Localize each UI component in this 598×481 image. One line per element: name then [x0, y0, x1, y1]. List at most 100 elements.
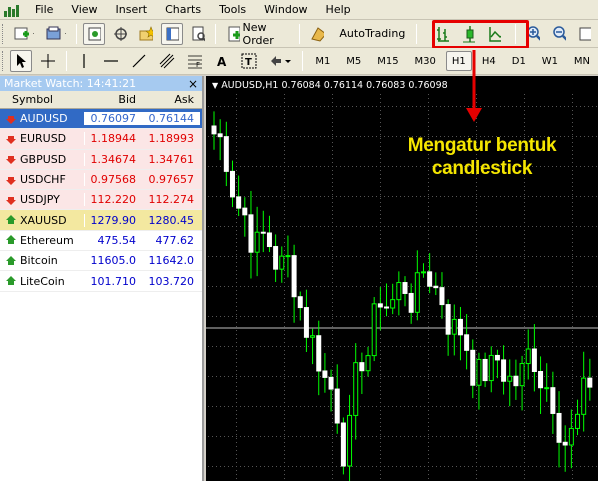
- ask-cell: 477.62: [155, 233, 195, 247]
- close-icon[interactable]: ×: [188, 77, 198, 91]
- menu-insert[interactable]: Insert: [107, 0, 157, 20]
- market-watch-button[interactable]: [83, 22, 106, 45]
- menu-view[interactable]: View: [62, 0, 106, 20]
- text-button[interactable]: A: [211, 50, 233, 72]
- candle-body: [587, 377, 593, 388]
- market-watch-panel: Market Watch: 14:41:21 × Symbol Bid Ask …: [0, 76, 204, 481]
- svg-text:F: F: [196, 61, 200, 69]
- menu-file[interactable]: File: [26, 0, 62, 20]
- candle-body: [445, 304, 451, 335]
- fibonacci-button[interactable]: F: [183, 50, 207, 72]
- candle-body: [494, 354, 500, 361]
- tf-w1[interactable]: W1: [536, 51, 564, 71]
- tf-d1[interactable]: D1: [506, 51, 532, 71]
- candle-body: [507, 375, 513, 382]
- tf-m1[interactable]: M1: [309, 51, 336, 71]
- market-watch-rows: AUDUSD 0.76097 0.76144 EURUSD 1.18944 1.18993…: [0, 109, 202, 292]
- bid-cell: 0.97568: [84, 173, 140, 187]
- navigator-icon: [114, 26, 128, 41]
- channel-button[interactable]: [155, 50, 179, 72]
- symbol-cell: Bitcoin: [0, 254, 84, 267]
- candle-body: [513, 375, 519, 387]
- candle-body: [414, 272, 420, 313]
- market-watch-row[interactable]: Ethereum 475.54 477.62: [0, 231, 202, 252]
- new-order-button[interactable]: New Order: [222, 21, 293, 47]
- candle-body: [377, 303, 383, 308]
- bid-cell: 0.76097: [84, 112, 140, 126]
- text-icon: A: [217, 55, 227, 69]
- symbol-name: Ethereum: [20, 233, 74, 247]
- candle-body: [353, 362, 359, 416]
- candle-body: [550, 387, 556, 414]
- annotation-line-2: candlestick: [431, 158, 533, 179]
- tile-windows-button[interactable]: [574, 23, 596, 45]
- svg-text:T: T: [245, 57, 252, 68]
- menu-help[interactable]: Help: [317, 0, 360, 20]
- horizontal-line-button[interactable]: [99, 50, 123, 72]
- chart-dropdown-icon[interactable]: ▼: [212, 81, 218, 90]
- market-watch-row[interactable]: LiteCoin 101.710 103.720: [0, 271, 202, 292]
- tf-mn[interactable]: MN: [568, 51, 596, 71]
- market-watch-row[interactable]: USDJPY 112.220 112.274: [0, 190, 202, 211]
- autotrading-button[interactable]: AutoTrading: [332, 23, 410, 45]
- zoom-out-button[interactable]: [548, 23, 570, 45]
- candle-body: [260, 231, 266, 234]
- column-ask[interactable]: Ask: [140, 93, 200, 106]
- candle-body: [322, 370, 328, 378]
- ask-cell: 1280.45: [148, 213, 195, 227]
- arrow-down-icon: [6, 115, 16, 124]
- candle-body: [427, 271, 433, 287]
- candle-body: [464, 334, 470, 351]
- meta-editor-icon: [311, 26, 324, 42]
- candle-body: [575, 413, 581, 429]
- arrow-up-icon: [6, 255, 16, 265]
- candle-body: [279, 255, 285, 270]
- autotrading-label: AutoTrading: [339, 27, 406, 40]
- crosshair-button[interactable]: [36, 50, 60, 72]
- tf-m15[interactable]: M15: [371, 51, 404, 71]
- menu-charts[interactable]: Charts: [156, 0, 210, 20]
- symbol-name: Bitcoin: [20, 254, 58, 268]
- ask-cell: 1.34761: [148, 152, 195, 166]
- crosshair-icon: [40, 54, 55, 68]
- market-watch-row[interactable]: AUDUSD 0.76097 0.76144: [0, 109, 202, 130]
- navigator-button[interactable]: [109, 23, 131, 45]
- market-watch-row[interactable]: XAUUSD 1279.90 1280.45: [0, 210, 202, 231]
- favorites-button[interactable]: [135, 23, 157, 45]
- ask-cell: 1.18993: [148, 132, 195, 146]
- menu-window[interactable]: Window: [255, 0, 316, 20]
- trendline-button[interactable]: [127, 50, 151, 72]
- market-watch-row[interactable]: GBPUSD 1.34674 1.34761: [0, 149, 202, 170]
- market-watch-row[interactable]: USDCHF 0.97568 0.97657: [0, 169, 202, 191]
- candle-body: [371, 303, 377, 357]
- strategy-tester-button[interactable]: [187, 23, 209, 45]
- trendline-icon: [132, 54, 146, 68]
- candle-body: [328, 376, 334, 390]
- candle-body: [334, 388, 340, 424]
- candle-body: [390, 299, 396, 309]
- market-watch-row[interactable]: Bitcoin 11605.0 11642.0: [0, 251, 202, 272]
- market-watch-row[interactable]: EURUSD 1.18944 1.18993: [0, 129, 202, 150]
- column-bid[interactable]: Bid: [84, 93, 140, 106]
- candle-body: [568, 427, 574, 446]
- column-symbol[interactable]: Symbol: [0, 93, 84, 106]
- ask-cell: 103.720: [148, 274, 195, 288]
- new-chart-button[interactable]: [10, 23, 38, 45]
- candle-body: [316, 335, 322, 372]
- tf-m5[interactable]: M5: [340, 51, 367, 71]
- terminal-button[interactable]: [161, 22, 184, 45]
- menu-tools[interactable]: Tools: [210, 0, 255, 20]
- meta-editor-button[interactable]: [306, 23, 328, 45]
- candle-body: [310, 335, 316, 338]
- arrows-button[interactable]: [265, 50, 297, 72]
- vertical-line-button[interactable]: [73, 50, 95, 72]
- profiles-button[interactable]: [42, 23, 70, 45]
- candle-body: [365, 355, 371, 372]
- new-order-icon: [228, 26, 240, 41]
- text-label-icon: T: [241, 53, 257, 69]
- candle-body: [519, 363, 525, 387]
- market-watch-title: Market Watch: 14:41:21: [4, 77, 137, 90]
- tf-m30[interactable]: M30: [409, 51, 442, 71]
- text-label-button[interactable]: T: [237, 50, 261, 72]
- cursor-button[interactable]: [9, 50, 32, 72]
